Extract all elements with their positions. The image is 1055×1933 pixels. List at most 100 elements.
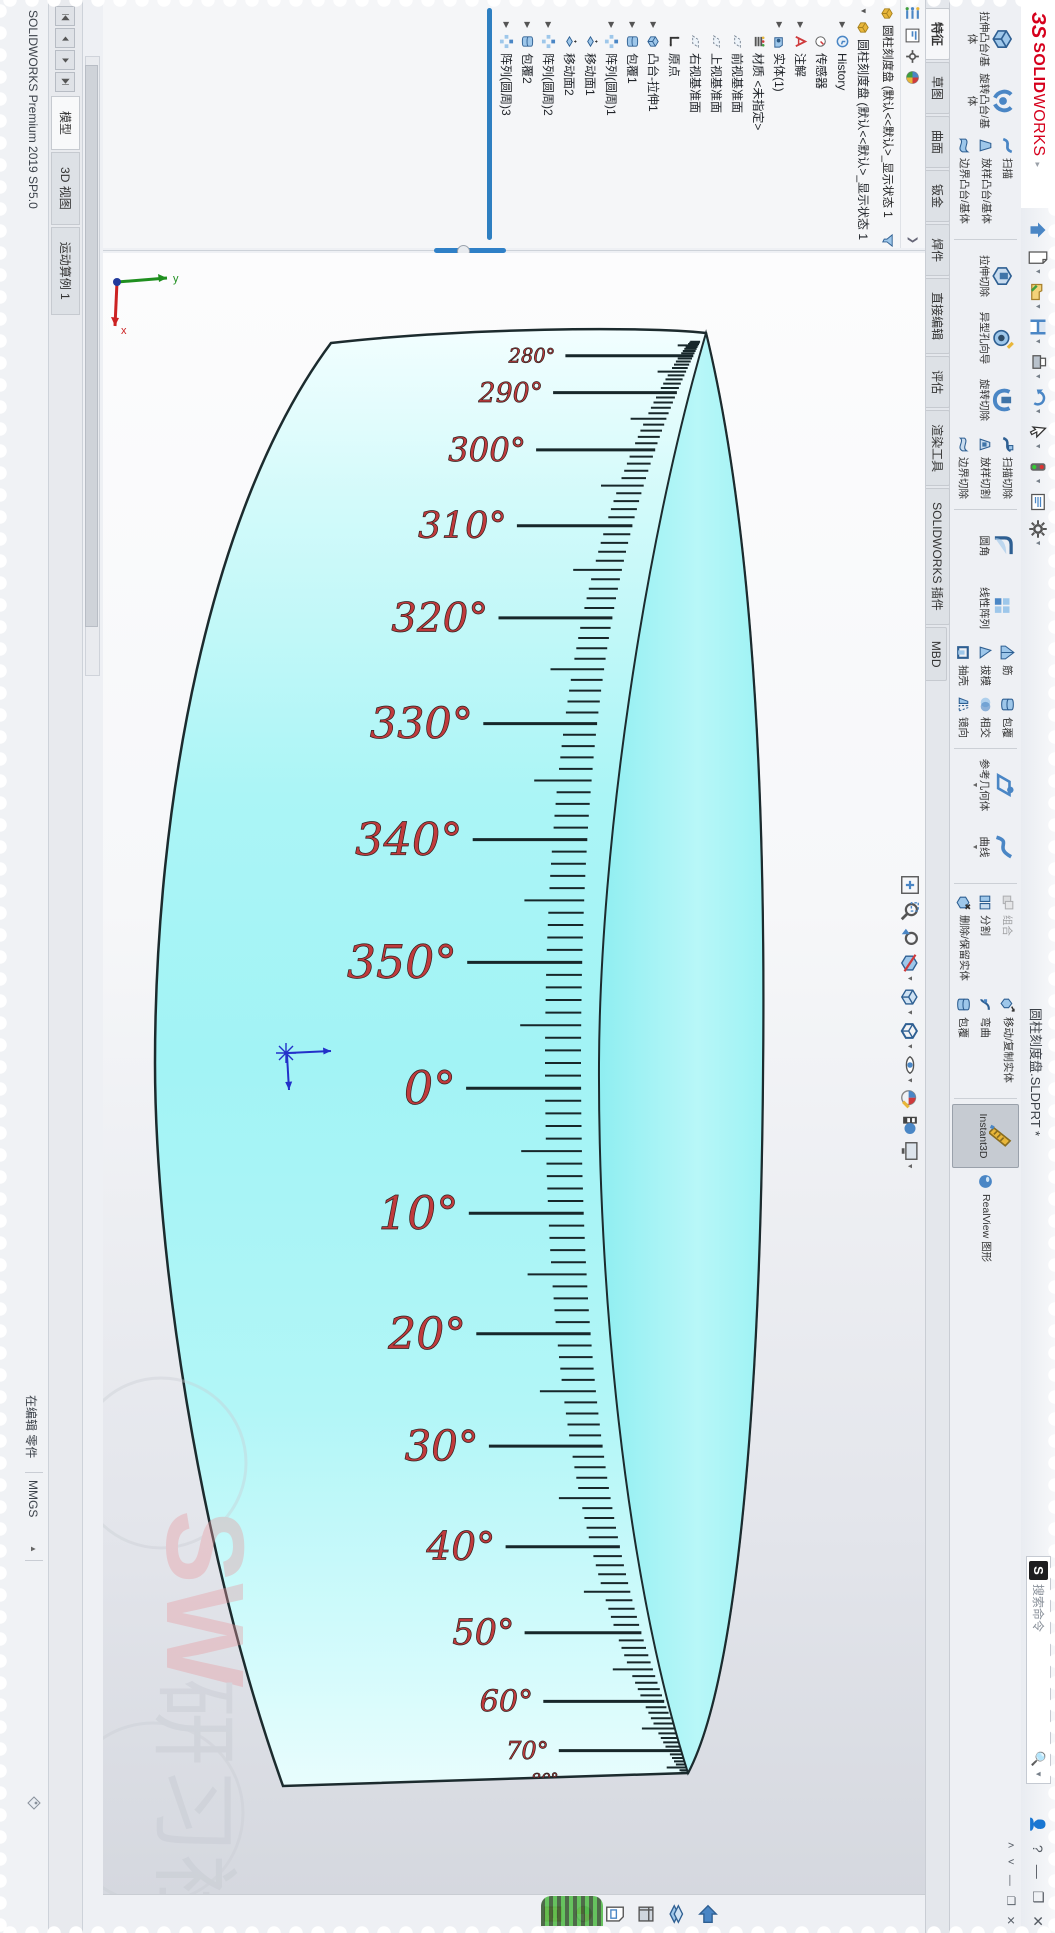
ribbon-button[interactable]: 包覆: [996, 691, 1018, 743]
menu-expand-caret-icon[interactable]: ▸: [1033, 163, 1044, 168]
expander-icon[interactable]: ▶: [775, 20, 784, 30]
ribbon-button[interactable]: 线性阵列: [952, 577, 1019, 639]
tree-item[interactable]: ▼ 圆柱刻度盘 (默认<<默认>_显示状态 1: [853, 0, 874, 248]
doc-tab-模型[interactable]: 模型: [51, 96, 80, 151]
ribbon-button[interactable]: 删除/保留实体: [953, 889, 975, 991]
ribbon-tab-钣金[interactable]: 钣金: [926, 170, 950, 223]
units-caret-icon[interactable]: ▲: [29, 1545, 38, 1553]
configuration-tab-icon[interactable]: [905, 48, 922, 65]
tree-item[interactable]: ▶ 包覆1: [622, 0, 643, 248]
design-library-tab[interactable]: [666, 1903, 688, 1925]
ribbon-tab-评估[interactable]: 评估: [926, 356, 950, 409]
tree-item[interactable]: 移动面1: [580, 0, 601, 248]
file-properties-button[interactable]: [1026, 490, 1050, 514]
new-doc-button[interactable]: ▼: [1026, 245, 1050, 277]
ribbon-tab-SOLIDWORKS 插件[interactable]: SOLIDWORKS 插件: [926, 488, 950, 625]
doc-minimize-icon[interactable]: —: [1005, 1875, 1017, 1886]
ribbon-button[interactable]: 参考几何体 ▼: [952, 754, 1019, 816]
next-tab-button[interactable]: [55, 50, 76, 70]
ribbon-button[interactable]: 放样凸台/基体: [975, 132, 997, 234]
expander-icon[interactable]: ▶: [838, 20, 847, 30]
rebuild-button[interactable]: ▼: [1026, 455, 1050, 487]
sw-resources-tab[interactable]: [697, 1903, 719, 1925]
prev-tab-button[interactable]: [55, 28, 76, 48]
close-icon[interactable]: ✕: [1030, 1915, 1047, 1927]
select-cursor-button[interactable]: ▼: [1026, 420, 1050, 452]
filter-funnel-icon[interactable]: [881, 233, 896, 248]
minimize-icon[interactable]: —: [1030, 1865, 1046, 1879]
tree-item[interactable]: 原点: [664, 0, 685, 248]
status-units[interactable]: MMGS: [26, 1480, 40, 1517]
display-manager-tab-icon[interactable]: [905, 69, 922, 86]
print-button[interactable]: ▼: [1026, 350, 1050, 382]
tree-item[interactable]: 右视基准面: [685, 0, 706, 248]
expander-icon[interactable]: ▼: [859, 6, 868, 16]
restore-icon[interactable]: ❐: [1030, 1891, 1047, 1904]
ribbon-button[interactable]: 抽壳: [953, 639, 975, 691]
ribbon-button[interactable]: 放样切割: [975, 431, 997, 504]
command-search[interactable]: S 搜索命令 🔍 ▼: [1026, 1556, 1051, 1784]
property-manager-tab-icon[interactable]: [905, 27, 922, 44]
expander-icon[interactable]: ▶: [628, 20, 637, 30]
scrollbar-handle[interactable]: [85, 65, 98, 627]
collapse-up-icon[interactable]: ˄: [1005, 1842, 1017, 1848]
ribbon-button[interactable]: 包覆: [953, 991, 975, 1093]
ribbon-button[interactable]: 镜向: [953, 691, 975, 743]
tree-item[interactable]: 上视基准面: [706, 0, 727, 248]
ribbon-tab-渲染工具[interactable]: 渲染工具: [926, 410, 950, 487]
tree-item[interactable]: ▶ 阵列(圆周)3: [496, 0, 517, 248]
model-canvas[interactable]: 280° 290° 300° 310° 320° 330° 340° 350° 0° 10° 20°…: [103, 253, 925, 1894]
tree-item[interactable]: ▶ 阵列(圆周)2: [538, 0, 559, 248]
feature-manager-header[interactable]: 圆柱刻度盘 (默认<<默认>_显示状态 1: [876, 0, 900, 248]
ribbon-button[interactable]: 旋转凸台/基体: [952, 70, 1019, 132]
tree-item[interactable]: 传感器: [811, 0, 832, 248]
expander-icon[interactable]: ▶: [502, 20, 511, 30]
ribbon-tab-焊件[interactable]: 焊件: [926, 224, 950, 277]
expander-icon[interactable]: ▶: [523, 20, 532, 30]
expander-icon[interactable]: ▶: [796, 20, 805, 30]
ribbon-button[interactable]: 扫描切除: [996, 431, 1018, 504]
expander-icon[interactable]: ▶: [649, 20, 658, 30]
tree-item[interactable]: 前视基准面: [727, 0, 748, 248]
doc-tab-运动算例 1[interactable]: 运动算例 1: [51, 226, 80, 315]
collapse-down-icon[interactable]: ˅: [1005, 1858, 1017, 1864]
search-input[interactable]: 搜索命令: [1030, 1584, 1047, 1751]
caret-down-icon[interactable]: ▼: [1034, 1770, 1043, 1778]
save-button[interactable]: ▼: [1026, 315, 1050, 347]
tree-item[interactable]: 移动面2: [559, 0, 580, 248]
ribbon-button[interactable]: 相交: [975, 691, 997, 743]
help-icon[interactable]: ?: [1030, 1845, 1046, 1853]
app-logo[interactable]: ЗS SOLIDWORKS ▸: [1021, 0, 1055, 208]
expander-icon[interactable]: ▶: [607, 20, 616, 30]
tree-item[interactable]: 材质 <未指定>: [748, 0, 769, 248]
ribbon-button[interactable]: 边界切除: [953, 431, 975, 504]
ribbon-button[interactable]: 扫描: [996, 132, 1018, 234]
rollback-bar[interactable]: [487, 8, 492, 240]
ribbon-tab-曲面[interactable]: 曲面: [926, 116, 950, 169]
user-icon[interactable]: 👤: [1030, 1815, 1047, 1832]
expander-icon[interactable]: ▶: [544, 20, 553, 30]
ribbon-button[interactable]: 拔模: [975, 639, 997, 691]
doc-restore-icon[interactable]: ❐: [1004, 1896, 1017, 1906]
ribbon-button[interactable]: 移动/复制实体: [996, 991, 1018, 1093]
first-tab-button[interactable]: [55, 6, 76, 26]
file-explorer-tab[interactable]: [635, 1903, 657, 1925]
ribbon-button[interactable]: 异型孔向导: [952, 307, 1019, 369]
doc-close-icon[interactable]: ✕: [1004, 1916, 1017, 1925]
ribbon-button[interactable]: RealView 图形: [975, 1168, 997, 1270]
ribbon-button[interactable]: 旋转切除: [952, 369, 1019, 431]
ribbon-button[interactable]: 弯曲: [975, 991, 997, 1093]
ribbon-button[interactable]: 分割: [975, 889, 997, 991]
undo-button[interactable]: ▼: [1026, 385, 1050, 417]
ribbon-tab-特征[interactable]: 特征: [926, 8, 950, 61]
doc-tab-3D 视图[interactable]: 3D 视图: [51, 152, 80, 225]
ribbon-button[interactable]: 拉伸凸台/基体: [952, 8, 1019, 70]
ribbon-button[interactable]: 筋: [996, 639, 1018, 691]
horizontal-scrollbar[interactable]: [85, 56, 100, 676]
ribbon-tab-MBD[interactable]: MBD: [926, 626, 947, 682]
open-doc-button[interactable]: ▼: [1026, 280, 1050, 312]
fm-tabs-overflow-icon[interactable]: ❯: [908, 236, 919, 244]
graphics-viewport[interactable]: ▼ ▼ ▼ ▼ ▼ 280° 290° 300° 310° 320° 330° 340° 350° 0°…: [103, 253, 925, 1894]
ribbon-button[interactable]: Instant3D: [952, 1104, 1019, 1168]
ribbon-button[interactable]: 曲线 ▼: [952, 816, 1019, 878]
